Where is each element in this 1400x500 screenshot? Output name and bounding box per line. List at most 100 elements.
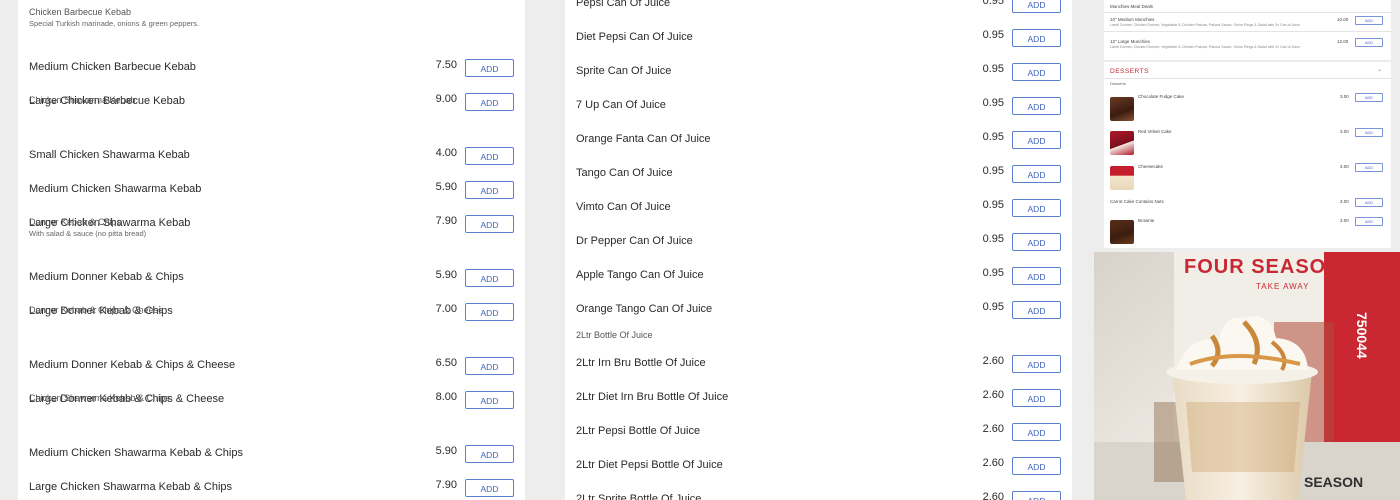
menu-item-row: Medium Chicken Shawarma Kebab 5.90 ADD [29,180,514,200]
menu-item-name: Medium Donner Kebab & Chips & Cheese [29,359,236,371]
add-button[interactable]: ADD [1012,491,1061,500]
thumb-dessert-name: Chocolate Fudge Cake [1138,94,1185,99]
thumb-dessert-price: 3.00 [1340,218,1349,223]
category-header: Donner Kebab & Chips With salad & sauce (… [29,217,514,239]
thumb-add-button[interactable]: ADD [1355,217,1383,226]
menu-item-name: 2Ltr Pepsi Bottle Of Juice [576,425,701,437]
thumb-add-button[interactable]: ADD [1355,198,1383,207]
menu-item-row: Tango Can Of Juice 0.95 ADD [576,164,1061,184]
thumb-add-button[interactable]: ADD [1355,93,1383,102]
category-title: Chicken Shawarma Kebab [29,95,136,105]
thumb-dessert-name: Red Velvet Cake [1138,129,1172,134]
menu-item-price: 2.60 [982,423,1004,435]
menu-item-row: Pepsi Can Of Juice 0.95 ADD [576,0,1061,14]
menu-item-name: Dr Pepper Can Of Juice [576,235,693,247]
menu-item-name: Apple Tango Can Of Juice [576,269,704,281]
add-button[interactable]: ADD [1012,165,1061,183]
brand-subtitle: TAKE AWAY [1256,282,1310,291]
thumb-dessert-name: Cheesecake [1138,164,1164,169]
chocolate-cake-image [1110,97,1134,121]
menu-item-price: 7.50 [435,59,457,71]
menu-item-price: 5.90 [435,269,457,281]
menu-item-row: Dr Pepper Can Of Juice 0.95 ADD [576,232,1061,252]
menu-item-name: Medium Chicken Shawarma Kebab [29,183,202,195]
menu-item-price: 0.95 [982,63,1004,75]
menu-item-name: Orange Tango Can Of Juice [576,303,713,315]
category-title: Chicken Shawarma Kebab & Chips [29,393,170,403]
add-button[interactable]: ADD [1012,63,1061,81]
thumb-dessert-price: 3.00 [1340,199,1349,204]
menu-item-row: Orange Fanta Can Of Juice 0.95 ADD [576,130,1061,150]
category-title: Donner Kebab & Chips [29,217,122,227]
menu-item-price: 0.95 [982,131,1004,143]
thumb-desserts-subtitle: Desserts [1110,81,1126,86]
menu-item-name: 2Ltr Diet Pepsi Bottle Of Juice [576,459,723,471]
add-button[interactable]: ADD [1012,301,1061,319]
category-header: Donner Kebab & Chips & Cheese [29,305,514,316]
add-button[interactable]: ADD [465,181,514,199]
add-button[interactable]: ADD [1012,389,1061,407]
thumb-add-button[interactable]: ADD [1355,128,1383,137]
menu-item-name: Sprite Can Of Juice [576,65,672,77]
menu-item-row: 7 Up Can Of Juice 0.95 ADD [576,96,1061,116]
menu-item-price: 2.60 [982,457,1004,469]
thumb-add-button[interactable]: ADD [1355,16,1383,25]
add-button[interactable]: ADD [465,269,514,287]
menu-item-row: Medium Chicken Shawarma Kebab & Chips 5.9… [29,444,514,464]
menu-item-name: Diet Pepsi Can Of Juice [576,31,693,43]
menu-item-price: 0.95 [982,165,1004,177]
thumb-dessert-price: 3.00 [1340,164,1349,169]
menu-item-price: 0.95 [982,233,1004,245]
menu-item-row: Vimto Can Of Juice 0.95 ADD [576,198,1061,218]
add-button[interactable]: ADD [1012,131,1061,149]
menu-item-name: 2Ltr Diet Irn Bru Bottle Of Juice [576,391,729,403]
add-button[interactable]: ADD [1012,267,1061,285]
thumb-item-desc: Lamb Donner, Chicken Donner, Vegetable &… [1110,45,1300,49]
thumb-add-button[interactable]: ADD [1355,38,1383,47]
add-button[interactable]: ADD [1012,355,1061,373]
brownie-image [1110,220,1134,244]
menu-item-row: Orange Tango Can Of Juice 0.95 ADD [576,300,1061,320]
add-button[interactable]: ADD [465,445,514,463]
thumb-item-name: 12" Large Munchies [1110,39,1150,44]
add-button[interactable]: ADD [465,357,514,375]
menu-item-price: 0.95 [982,29,1004,41]
menu-item-price: 2.60 [982,355,1004,367]
add-button[interactable]: ADD [1012,29,1061,47]
thumb-section-title: Munchies Meal Deals [1110,4,1154,9]
menu-item-price: 2.60 [982,389,1004,401]
menu-item-name: Orange Fanta Can Of Juice [576,133,711,145]
menu-item-name: Medium Chicken Shawarma Kebab & Chips [29,447,243,459]
add-button[interactable]: ADD [1012,423,1061,441]
add-button[interactable]: ADD [1012,199,1061,217]
milkshake-photo [1094,252,1400,500]
menu-item-name: 2Ltr Irn Bru Bottle Of Juice [576,357,706,369]
thumb-dessert-price: 3.00 [1340,94,1349,99]
menu-item-name: Small Chicken Shawarma Kebab [29,149,190,161]
thumb-item-price: 10.00 [1337,17,1349,22]
add-button[interactable]: ADD [1012,457,1061,475]
chevron-down-icon[interactable]: ⌄ [1377,66,1382,73]
category-header: Chicken Shawarma Kebab [29,95,514,106]
menu-item-price: 0.95 [982,267,1004,279]
thumb-add-button[interactable]: ADD [1355,163,1383,172]
menu-item-name: Vimto Can Of Juice [576,201,671,213]
add-button[interactable]: ADD [1012,233,1061,251]
menu-item-price: 2.60 [982,491,1004,500]
add-button[interactable]: ADD [465,59,514,77]
menu-item-row: Sprite Can Of Juice 0.95 ADD [576,62,1061,82]
add-button[interactable]: ADD [465,479,514,497]
category-header: Chicken Shawarma Kebab & Chips [29,393,514,404]
add-button[interactable]: ADD [1012,97,1061,115]
menu-item-row: Apple Tango Can Of Juice 0.95 ADD [576,266,1061,286]
menu-item-row: Diet Pepsi Can Of Juice 0.95 ADD [576,28,1061,48]
phone-fragment: 750044 [1354,312,1370,359]
add-button[interactable]: ADD [1012,0,1061,13]
red-velvet-image [1110,131,1134,155]
add-button[interactable]: ADD [465,147,514,165]
category-header: Chicken Barbecue Kebab Special Turkish ma… [29,7,514,29]
thumb-dessert-price: 3.00 [1340,129,1349,134]
category-title: Donner Kebab & Chips & Cheese [29,305,164,315]
thumb-item-price: 12.00 [1337,39,1349,44]
thumb-dessert-name: Brownie [1138,218,1155,223]
